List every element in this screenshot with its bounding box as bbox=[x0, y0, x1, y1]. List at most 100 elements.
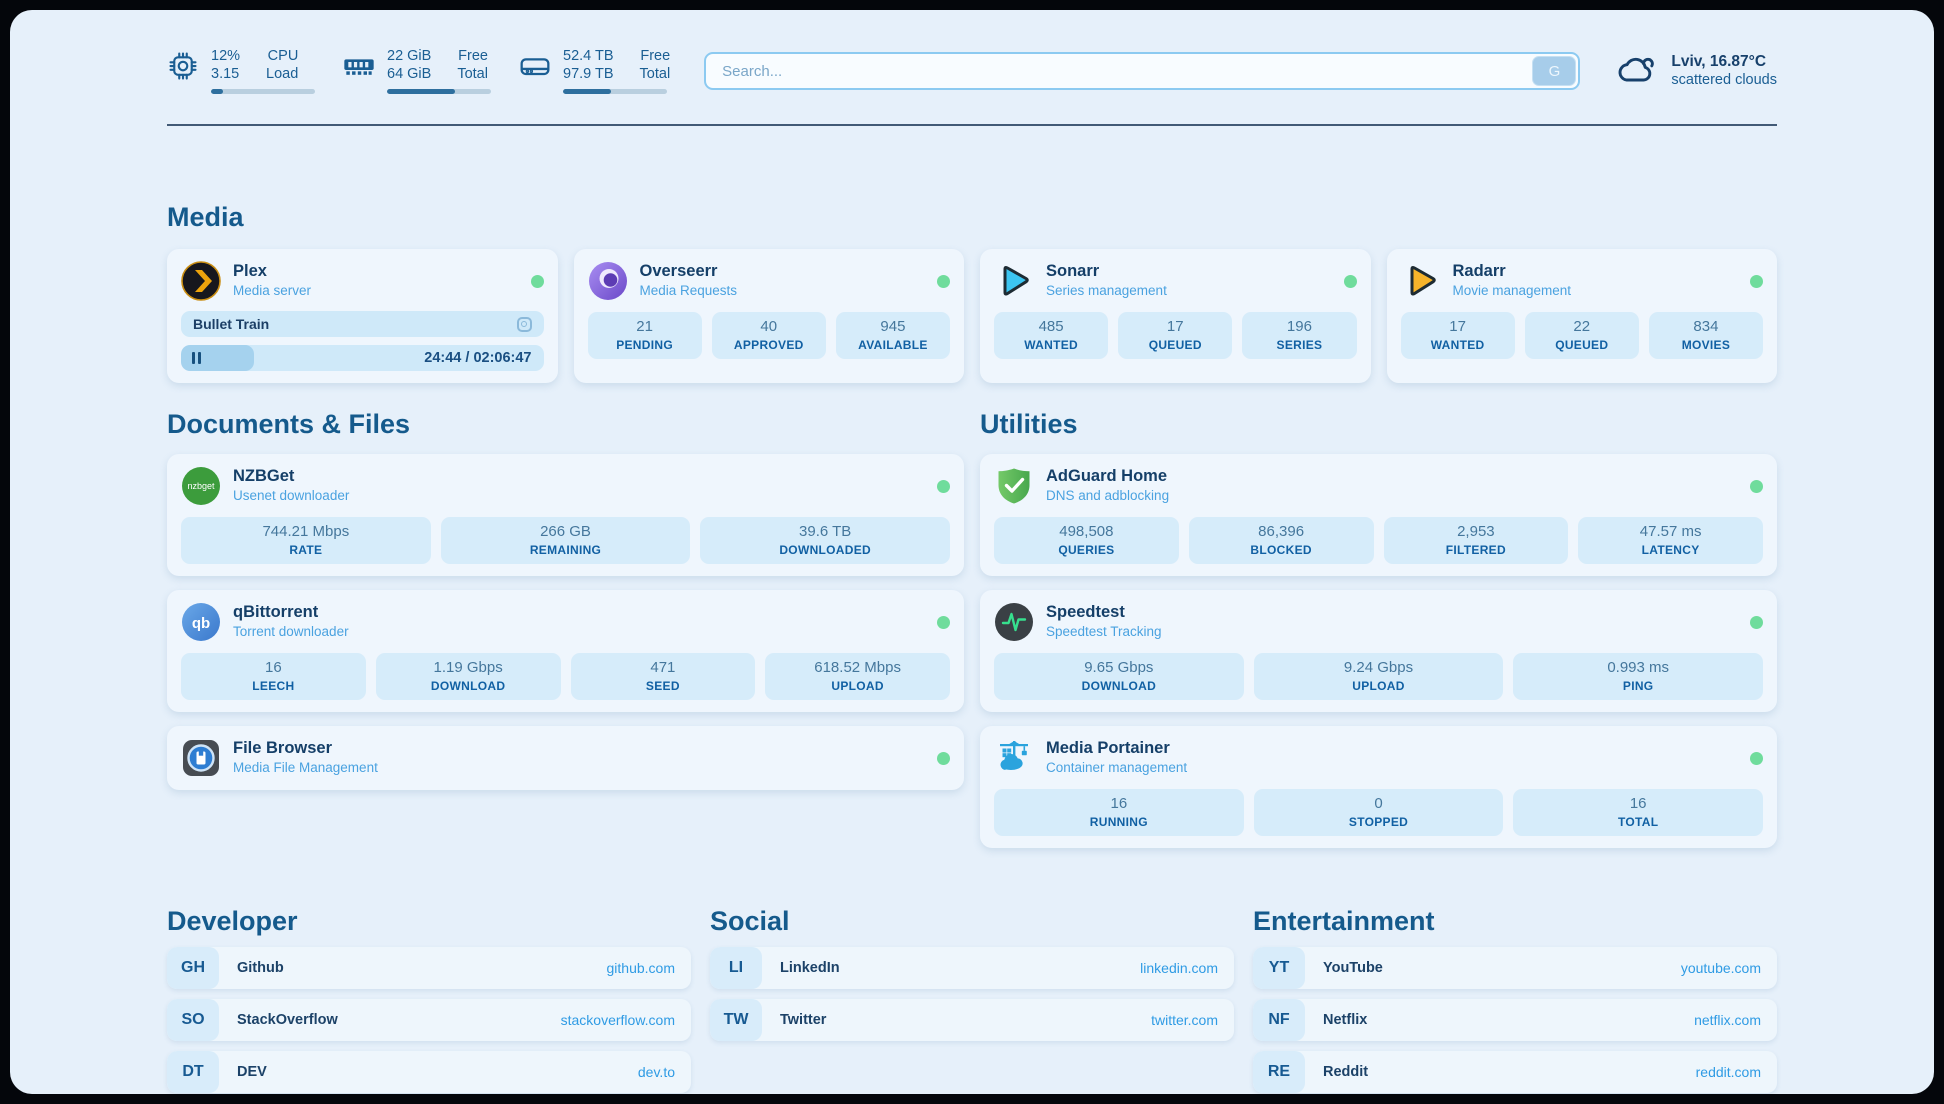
link-row-linkedin[interactable]: LI LinkedIn linkedin.com bbox=[710, 947, 1234, 989]
link-row-twitter[interactable]: TW Twitter twitter.com bbox=[710, 999, 1234, 1041]
stat-value: 266 GB bbox=[445, 522, 687, 542]
app-card-radarr[interactable]: Radarr Movie management 17 WANTED 22 QUE… bbox=[1387, 249, 1778, 383]
app-subtitle: Movie management bbox=[1453, 281, 1572, 301]
ram-label-bottom: Total bbox=[457, 66, 488, 84]
stat-label: BLOCKED bbox=[1193, 542, 1370, 558]
link-row-dev[interactable]: DT DEV dev.to bbox=[167, 1051, 691, 1093]
link-badge: GH bbox=[167, 947, 219, 989]
ram-widget: 22 GiB 64 GiB Free Total bbox=[343, 48, 491, 94]
stat-chip: 39.6 TB DOWNLOADED bbox=[700, 517, 950, 564]
cpu-percent: 12% bbox=[211, 48, 240, 66]
app-card-plex[interactable]: Plex Media server Bullet Train 24:44 / 0… bbox=[167, 249, 558, 383]
search-engine-button[interactable]: G bbox=[1532, 56, 1576, 86]
app-title: Radarr bbox=[1453, 261, 1572, 281]
stat-chip: 40 APPROVED bbox=[712, 312, 826, 359]
stat-value: 471 bbox=[575, 658, 752, 678]
link-url: netflix.com bbox=[1694, 1012, 1761, 1028]
stat-chip: 22 QUEUED bbox=[1525, 312, 1639, 359]
disk-label-bottom: Total bbox=[640, 66, 671, 84]
developer-section-title: Developer bbox=[167, 906, 691, 937]
link-url: stackoverflow.com bbox=[561, 1012, 675, 1028]
stat-value: 1.19 Gbps bbox=[380, 658, 557, 678]
media-section-title: Media bbox=[167, 202, 1777, 233]
stat-chip: 2,953 FILTERED bbox=[1384, 517, 1569, 564]
app-card-sonarr[interactable]: Sonarr Series management 485 WANTED 17 Q… bbox=[980, 249, 1371, 383]
stat-chip: 0 STOPPED bbox=[1254, 789, 1504, 836]
app-subtitle: Series management bbox=[1046, 281, 1167, 301]
app-title: NZBGet bbox=[233, 466, 349, 486]
ram-free: 22 GiB bbox=[387, 48, 431, 66]
stat-chip: 196 SERIES bbox=[1242, 312, 1356, 359]
pause-icon[interactable] bbox=[192, 352, 201, 364]
app-subtitle: Torrent downloader bbox=[233, 622, 349, 642]
speedtest-pulse-icon bbox=[994, 602, 1034, 642]
link-url: twitter.com bbox=[1151, 1012, 1218, 1028]
link-row-reddit[interactable]: RE Reddit reddit.com bbox=[1253, 1051, 1777, 1093]
stat-chip: 834 MOVIES bbox=[1649, 312, 1763, 359]
stat-value: 618.52 Mbps bbox=[769, 658, 946, 678]
topbar: 12% 3.15 CPU Load bbox=[167, 10, 1777, 94]
cpu-widget: 12% 3.15 CPU Load bbox=[167, 48, 315, 94]
stat-value: 16 bbox=[185, 658, 362, 678]
stat-value: 17 bbox=[1405, 317, 1511, 337]
stat-label: MOVIES bbox=[1653, 337, 1759, 353]
stat-value: 21 bbox=[592, 317, 698, 337]
app-card-speedtest[interactable]: Speedtest Speedtest Tracking 9.65 Gbps D… bbox=[980, 590, 1777, 712]
app-card-overseerr[interactable]: Overseerr Media Requests 21 PENDING 40 A… bbox=[574, 249, 965, 383]
app-subtitle: Container management bbox=[1046, 758, 1187, 778]
filebrowser-icon bbox=[181, 738, 221, 778]
stat-value: 744.21 Mbps bbox=[185, 522, 427, 542]
stat-label: STOPPED bbox=[1258, 814, 1500, 830]
stat-value: 22 bbox=[1529, 317, 1635, 337]
app-title: qBittorrent bbox=[233, 602, 349, 622]
link-url: linkedin.com bbox=[1140, 960, 1218, 976]
status-indicator bbox=[937, 752, 950, 765]
playback-progress-bar[interactable]: 24:44 / 02:06:47 bbox=[181, 345, 544, 371]
stat-label: LEECH bbox=[185, 678, 362, 694]
stat-label: SEED bbox=[575, 678, 752, 694]
link-badge: NF bbox=[1253, 999, 1305, 1041]
topbar-divider bbox=[167, 124, 1777, 126]
link-badge: DT bbox=[167, 1051, 219, 1093]
app-card-adguard[interactable]: AdGuard Home DNS and adblocking 498,508 … bbox=[980, 454, 1777, 576]
stat-value: 834 bbox=[1653, 317, 1759, 337]
stat-label: SERIES bbox=[1246, 337, 1352, 353]
app-card-filebrowser[interactable]: File Browser Media File Management bbox=[167, 726, 964, 790]
stat-chip: 485 WANTED bbox=[994, 312, 1108, 359]
app-title: File Browser bbox=[233, 738, 378, 758]
link-row-netflix[interactable]: NF Netflix netflix.com bbox=[1253, 999, 1777, 1041]
disk-label-top: Free bbox=[640, 48, 670, 66]
app-card-portainer[interactable]: Media Portainer Container management 16 … bbox=[980, 726, 1777, 848]
app-subtitle: DNS and adblocking bbox=[1046, 486, 1169, 506]
section-media: Media Plex Media server bbox=[167, 202, 1777, 383]
link-name: Netflix bbox=[1323, 1012, 1367, 1028]
search-input[interactable] bbox=[704, 52, 1580, 90]
link-name: Reddit bbox=[1323, 1064, 1368, 1080]
link-row-stackoverflow[interactable]: SO StackOverflow stackoverflow.com bbox=[167, 999, 691, 1041]
stat-chip: 17 WANTED bbox=[1401, 312, 1515, 359]
stat-label: WANTED bbox=[998, 337, 1104, 353]
now-playing-title: Bullet Train bbox=[193, 316, 269, 332]
stat-label: DOWNLOAD bbox=[998, 678, 1240, 694]
svg-text:qb: qb bbox=[192, 615, 210, 632]
stat-label: QUEUED bbox=[1122, 337, 1228, 353]
stat-label: UPLOAD bbox=[1258, 678, 1500, 694]
link-row-github[interactable]: GH Github github.com bbox=[167, 947, 691, 989]
app-subtitle: Media Requests bbox=[640, 281, 738, 301]
now-playing-session-icon[interactable] bbox=[517, 317, 532, 332]
stat-chip: 9.24 Gbps UPLOAD bbox=[1254, 653, 1504, 700]
app-card-nzbget[interactable]: nzbget NZBGet Usenet downloader 744.21 M… bbox=[167, 454, 964, 576]
stat-chip: 744.21 Mbps RATE bbox=[181, 517, 431, 564]
stat-label: UPLOAD bbox=[769, 678, 946, 694]
stat-label: AVAILABLE bbox=[840, 337, 946, 353]
disk-total: 97.9 TB bbox=[563, 66, 614, 84]
sonarr-icon bbox=[994, 261, 1034, 301]
app-title: Speedtest bbox=[1046, 602, 1162, 622]
app-card-qbittorrent[interactable]: qb qBittorrent Torrent downloader 16 LEE… bbox=[167, 590, 964, 712]
portainer-crane-icon bbox=[994, 738, 1034, 778]
nzbget-icon: nzbget bbox=[181, 466, 221, 506]
stat-chip: 945 AVAILABLE bbox=[836, 312, 950, 359]
stat-chip: 9.65 Gbps DOWNLOAD bbox=[994, 653, 1244, 700]
app-title: Plex bbox=[233, 261, 311, 281]
link-row-youtube[interactable]: YT YouTube youtube.com bbox=[1253, 947, 1777, 989]
